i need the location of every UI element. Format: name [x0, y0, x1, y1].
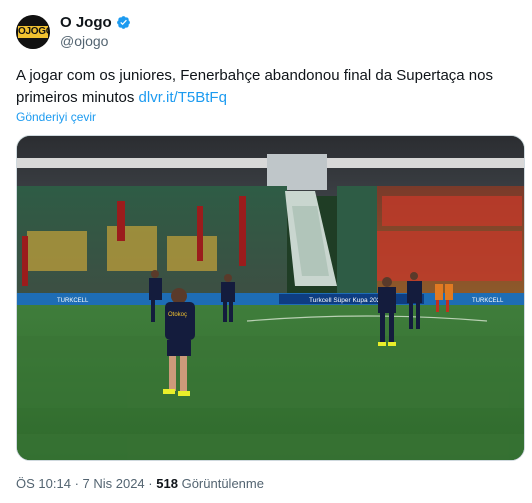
ad-board-center: Turkcell Süper Kupa 2024 — [309, 297, 384, 304]
tweet-text-content: A jogar com os juniores, Fenerbahçe aban… — [16, 67, 493, 106]
author-handle[interactable]: @ojogo — [60, 33, 108, 49]
pitch-stripes — [17, 336, 524, 460]
author-display-name[interactable]: O Jogo — [60, 14, 112, 31]
stadium-image: TURKCELL Turkcell Süper Kupa 2024 TURKCE… — [17, 136, 524, 460]
avatar[interactable]: OJOGO — [16, 15, 50, 49]
tweet-text: A jogar com os juniores, Fenerbahçe aban… — [16, 65, 521, 109]
ad-board-right: TURKCELL — [472, 298, 504, 304]
tweet-link[interactable]: dlvr.it/T5BtFq — [139, 89, 227, 106]
right-crowd — [377, 196, 522, 281]
tweet-time[interactable]: ÖS 10:14 — [16, 476, 71, 491]
views-count: 518 — [156, 476, 178, 491]
views-label: Görüntülenme — [181, 476, 264, 491]
translate-post-link[interactable]: Gönderiyi çevir — [16, 110, 96, 124]
ad-board-left: TURKCELL — [57, 298, 89, 304]
author-name-row: O Jogo — [60, 14, 131, 31]
meta-separator: · — [74, 476, 83, 491]
tweet-date[interactable]: 7 Nis 2024 — [83, 476, 145, 491]
scoreboard-tower — [267, 154, 327, 190]
tweet-meta: ÖS 10:14 · 7 Nis 2024 · 518 Görüntülenme — [16, 476, 264, 491]
right-stand-gap — [337, 186, 377, 296]
tweet-card: OJOGO O Jogo @ojogo A jogar com os junio… — [0, 0, 532, 503]
tweet-media[interactable]: TURKCELL Turkcell Süper Kupa 2024 TURKCE… — [16, 135, 525, 461]
verified-badge-icon — [116, 16, 130, 29]
avatar-logo: OJOGO — [18, 26, 50, 38]
shirt-sponsor: Otokoç — [168, 312, 187, 318]
